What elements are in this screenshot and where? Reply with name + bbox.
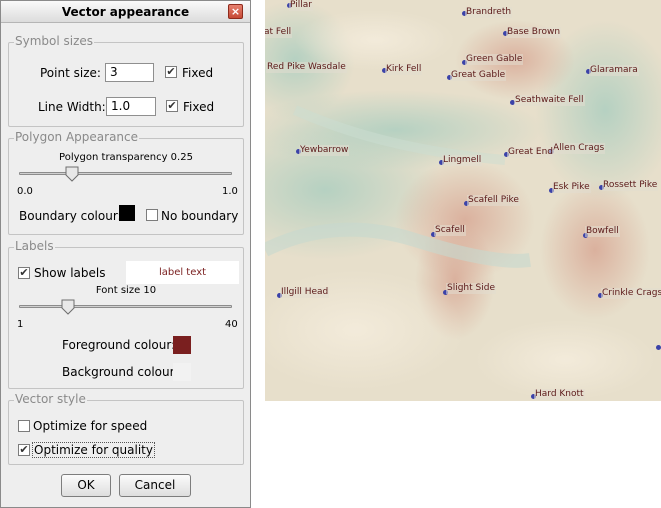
labels-group: Labels ✔ Show labels label text Font siz… (8, 239, 244, 389)
line-fixed-label: Fixed (183, 100, 215, 114)
vector-style-group: Vector style Optimize for speed ✔ Optimi… (8, 392, 244, 465)
foreground-colour-swatch[interactable] (173, 336, 191, 354)
ok-button[interactable]: OK (61, 474, 111, 497)
line-width-input[interactable]: 1.0 (106, 97, 156, 116)
dialog-title: Vector appearance (61, 5, 190, 19)
place-label: Glaramara (589, 65, 639, 76)
font-size-track[interactable] (19, 305, 232, 308)
background-colour-swatch[interactable] (173, 363, 191, 381)
place-label: Allen Crags (552, 143, 606, 154)
polygon-transparency-thumb[interactable] (65, 166, 79, 182)
title-bar[interactable]: Vector appearance × (1, 1, 250, 23)
line-width-label: Line Width: (38, 100, 106, 114)
relief-map[interactable]: Pillar Brandreth at Fell Base Brown Gree… (265, 0, 661, 401)
font-size-thumb[interactable] (61, 299, 75, 315)
point-fixed-checkbox[interactable]: ✔ (165, 66, 177, 78)
polygon-slider-max: 1.0 (222, 186, 238, 197)
polygon-appearance-group: Polygon Appearance Polygon transparency … (8, 130, 244, 235)
place-label: Scafell (434, 225, 466, 236)
vector-appearance-dialog: Vector appearance × Symbol sizes Point s… (0, 0, 251, 508)
place-label: Brandreth (465, 7, 513, 18)
place-label: Slight Side (446, 283, 496, 294)
font-size-min: 1 (17, 319, 24, 330)
no-boundary-label: No boundary (161, 209, 239, 223)
boundary-colour-swatch[interactable] (119, 205, 135, 221)
place-dot (656, 345, 661, 350)
vector-style-legend: Vector style (14, 392, 87, 406)
place-label: Seathwaite Fell (514, 95, 585, 106)
place-label: Green Gable (465, 54, 524, 65)
optimize-quality-checkbox[interactable]: ✔ (18, 444, 30, 456)
polygon-slider-min: 0.0 (17, 186, 33, 197)
optimize-speed-label: Optimize for speed (33, 419, 148, 433)
point-size-label: Point size: (40, 66, 101, 80)
no-boundary-checkbox[interactable] (146, 209, 158, 221)
cancel-button[interactable]: Cancel (119, 474, 191, 497)
place-label: Crinkle Crags (601, 288, 661, 299)
place-label: Base Brown (506, 27, 562, 38)
symbol-sizes-legend: Symbol sizes (14, 34, 95, 48)
point-fixed-label: Fixed (182, 66, 214, 80)
polygon-transparency-track[interactable] (19, 172, 232, 175)
place-label: Pillar (289, 0, 313, 11)
place-label: Great End (507, 147, 555, 158)
boundary-colour-label: Boundary colour: (19, 209, 122, 223)
place-label: Rossett Pike (602, 180, 659, 191)
place-label: Kirk Fell (385, 64, 423, 75)
place-label: Yewbarrow (299, 145, 350, 156)
foreground-colour-label: Foreground colour: (62, 338, 176, 352)
line-fixed-checkbox[interactable]: ✔ (166, 100, 178, 112)
labels-legend: Labels (14, 239, 55, 253)
place-label: Esk Pike (552, 182, 591, 193)
point-size-input[interactable]: 3 (105, 63, 154, 82)
place-label: Bowfell (585, 226, 620, 237)
background-colour-label: Background colour: (62, 365, 179, 379)
optimize-speed-checkbox[interactable] (18, 420, 30, 432)
font-size-max: 40 (225, 319, 238, 330)
font-size-label: Font size 10 (95, 285, 157, 296)
place-label: Lingmell (442, 155, 483, 166)
label-preview-text: label text (158, 267, 207, 278)
place-label: Great Gable (450, 70, 507, 81)
place-label: Scafell Pike (467, 195, 520, 206)
place-label: Red Pike Wasdale (266, 62, 347, 73)
place-label: at Fell (265, 27, 293, 38)
optimize-quality-label: Optimize for quality (32, 442, 155, 458)
close-icon[interactable]: × (228, 4, 243, 19)
show-labels-checkbox[interactable]: ✔ (18, 267, 30, 279)
symbol-sizes-group: Symbol sizes Point size: 3 ✔ Fixed Line … (8, 34, 244, 127)
place-label: Hard Knott (534, 389, 585, 400)
place-label: Illgill Head (280, 287, 330, 298)
polygon-transparency-label: Polygon transparency 0.25 (59, 152, 193, 163)
show-labels-label: Show labels (34, 266, 106, 280)
polygon-appearance-legend: Polygon Appearance (14, 130, 140, 144)
label-preview-box: label text (126, 261, 239, 284)
